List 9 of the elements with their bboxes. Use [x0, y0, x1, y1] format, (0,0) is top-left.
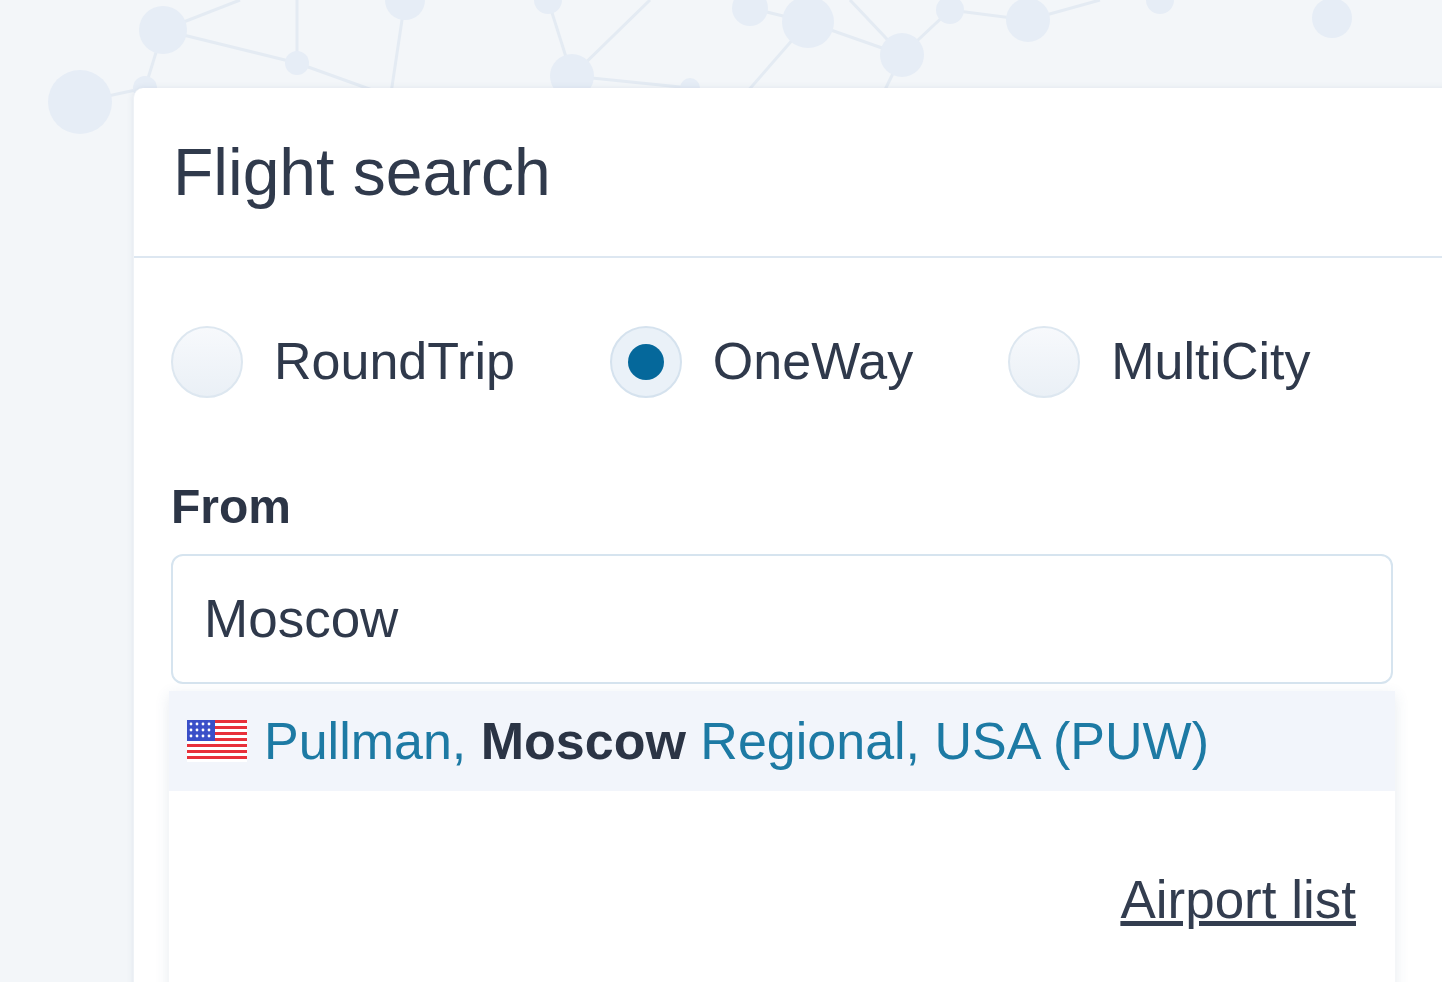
airport-list-link[interactable]: Airport list — [1120, 870, 1356, 929]
radio-label[interactable]: MultiCity — [1111, 333, 1311, 391]
suggestion-item[interactable]: Pullman, Moscow Regional, USA (PUW) — [169, 690, 1395, 791]
radio-label[interactable]: RoundTrip — [274, 333, 515, 391]
flag-icon — [187, 719, 247, 762]
radio-label[interactable]: OneWay — [712, 333, 914, 391]
card-title: Flight search — [173, 135, 551, 209]
field-label: From — [171, 479, 292, 535]
from-input[interactable]: Moscow — [171, 553, 1393, 684]
